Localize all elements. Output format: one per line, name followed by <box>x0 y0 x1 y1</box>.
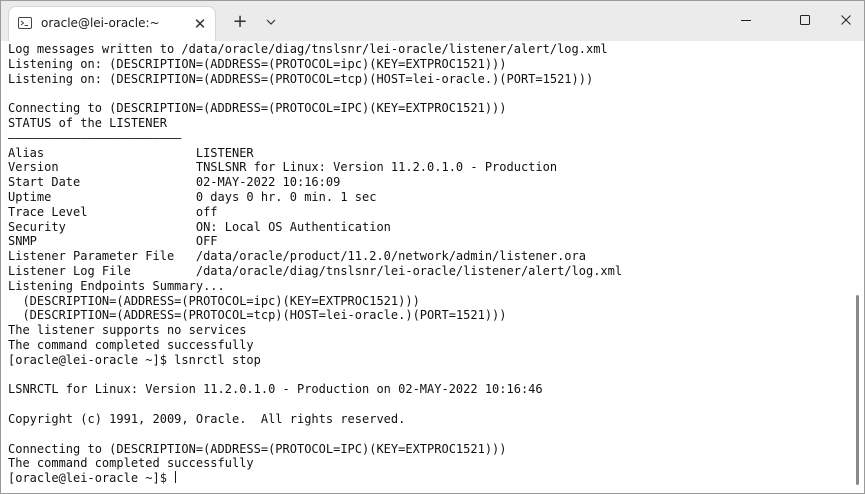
minimize-icon <box>741 20 751 21</box>
chevron-down-icon[interactable] <box>262 13 280 31</box>
maximize-icon <box>800 15 810 25</box>
terminal-line: Listening on: (DESCRIPTION=(ADDRESS=(PRO… <box>8 56 507 71</box>
terminal-lines: Log messages written to /data/oracle/dia… <box>8 42 622 486</box>
close-window-button[interactable] <box>823 8 864 32</box>
terminal-line: Connecting to (DESCRIPTION=(ADDRESS=(PRO… <box>8 101 507 116</box>
terminal-line: LSNRCTL for Linux: Version 11.2.0.1.0 - … <box>8 382 543 397</box>
terminal-line: Listening on: (DESCRIPTION=(ADDRESS=(PRO… <box>8 71 594 86</box>
terminal-line: Trace Level off <box>8 204 218 219</box>
close-tab-button[interactable]: ✕ <box>191 15 209 33</box>
terminal-prompt: [oracle@lei-oracle ~]$ <box>8 471 175 486</box>
vertical-scrollbar[interactable] <box>856 295 859 485</box>
terminal-line: Security ON: Local OS Authentication <box>8 219 391 234</box>
title-bar[interactable]: oracle@lei-oracle:~ ✕ + <box>1 1 864 41</box>
terminal-output[interactable]: Log messages written to /data/oracle/dia… <box>1 41 864 493</box>
terminal-line: ———————————————————————— <box>8 130 182 145</box>
terminal-line: Version TNSLSNR for Linux: Version 11.2.… <box>8 160 558 175</box>
terminal-line: Connecting to (DESCRIPTION=(ADDRESS=(PRO… <box>8 441 507 456</box>
tab-oracle-terminal[interactable]: oracle@lei-oracle:~ ✕ <box>9 7 215 41</box>
terminal-line: The listener supports no services <box>8 323 247 338</box>
tab-title: oracle@lei-oracle:~ <box>41 16 160 30</box>
minimize-button[interactable] <box>723 8 769 32</box>
terminal-line: Copyright (c) 1991, 2009, Oracle. All ri… <box>8 411 406 426</box>
terminal-line: (DESCRIPTION=(ADDRESS=(PROTOCOL=tcp)(HOS… <box>8 308 507 323</box>
terminal-line: STATUS of the LISTENER <box>8 115 167 130</box>
terminal-icon <box>18 17 32 29</box>
terminal-line: The command completed successfully <box>8 456 254 471</box>
terminal-line: SNMP OFF <box>8 234 218 249</box>
terminal-line: Log messages written to /data/oracle/dia… <box>8 42 608 56</box>
terminal-line: Listener Parameter File /data/oracle/pro… <box>8 249 586 264</box>
terminal-line: Listener Log File /data/oracle/diag/tnsl… <box>8 263 623 278</box>
terminal-window: oracle@lei-oracle:~ ✕ + Log messages wri… <box>0 0 865 494</box>
terminal-line: Listening Endpoints Summary... <box>8 278 225 293</box>
terminal-line: [oracle@lei-oracle ~]$ lsnrctl stop <box>8 352 261 367</box>
new-tab-button[interactable]: + <box>229 11 251 33</box>
terminal-line: (DESCRIPTION=(ADDRESS=(PROTOCOL=ipc)(KEY… <box>8 293 420 308</box>
terminal-line: The command completed successfully <box>8 337 254 352</box>
terminal-prompt-line[interactable]: [oracle@lei-oracle ~]$ <box>8 471 622 486</box>
terminal-line: Alias LISTENER <box>8 145 254 160</box>
close-icon <box>841 15 851 25</box>
maximize-button[interactable] <box>782 8 828 32</box>
text-cursor <box>175 471 177 484</box>
terminal-line: Uptime 0 days 0 hr. 0 min. 1 sec <box>8 189 377 204</box>
terminal-line: Start Date 02-MAY-2022 10:16:09 <box>8 175 341 190</box>
